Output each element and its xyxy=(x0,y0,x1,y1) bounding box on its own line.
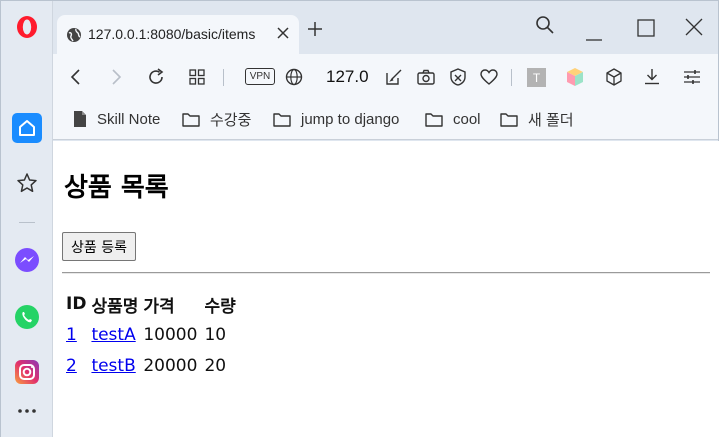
bookmark-label: 새 폴더 xyxy=(528,111,574,129)
table-row: 1 testA 10000 10 xyxy=(65,319,238,350)
site-info-globe-icon[interactable] xyxy=(283,66,305,88)
tab-strip: 127.0.0.1:8080/basic/items xyxy=(53,1,718,54)
opera-logo-icon[interactable] xyxy=(15,15,39,39)
table-row: 2 testB 20000 20 xyxy=(65,350,238,381)
forward-icon[interactable] xyxy=(105,66,127,88)
heart-icon[interactable] xyxy=(478,66,500,88)
header-name: 상품명 xyxy=(91,296,139,317)
new-tab-icon[interactable] xyxy=(307,21,323,41)
header-price: 가격 xyxy=(143,296,175,317)
messenger-icon[interactable] xyxy=(11,244,43,276)
item-name-link[interactable]: testB xyxy=(91,356,135,376)
divider xyxy=(62,272,710,274)
bookmark-folder-3[interactable]: cool xyxy=(425,108,481,130)
register-item-button[interactable]: 상품 등록 xyxy=(62,232,136,261)
globe-icon xyxy=(66,27,82,47)
reload-icon[interactable] xyxy=(145,66,167,88)
item-quantity: 10 xyxy=(204,325,227,345)
adblock-icon[interactable] xyxy=(447,66,469,88)
whatsapp-icon[interactable] xyxy=(11,301,43,333)
star-icon[interactable] xyxy=(11,167,43,199)
back-icon[interactable] xyxy=(65,66,87,88)
edit-icon[interactable] xyxy=(383,66,405,88)
download-icon[interactable] xyxy=(641,66,663,88)
maximize-icon[interactable] xyxy=(637,19,655,41)
page-title: 상품 목록 xyxy=(64,173,169,203)
browser-toolbar: VPN 127.0 T xyxy=(53,54,718,100)
tab-title: 127.0.0.1:8080/basic/items xyxy=(88,26,256,42)
item-price: 10000 xyxy=(143,325,198,345)
bookmarks-bar: Skill Note 수강중 jump to django cool 새 폴더 xyxy=(53,100,718,140)
item-id-link[interactable]: 2 xyxy=(66,356,77,376)
address-bar[interactable]: 127.0 xyxy=(326,67,369,87)
camera-icon[interactable] xyxy=(415,66,437,88)
header-id: ID xyxy=(66,294,87,314)
folder-icon xyxy=(425,112,443,127)
minimize-icon[interactable] xyxy=(585,27,603,46)
toolbar-divider xyxy=(223,69,224,86)
home-icon[interactable] xyxy=(11,112,43,144)
extension-cube-color-icon[interactable] xyxy=(564,66,586,88)
page-content: 상품 목록 상품 등록 ID 상품명 가격 수량 1 testA 10000 1… xyxy=(53,141,719,437)
extension-cube-icon[interactable] xyxy=(603,66,625,88)
extension-t-icon[interactable]: T xyxy=(527,68,546,87)
tab-active[interactable]: 127.0.0.1:8080/basic/items xyxy=(57,15,299,54)
bookmark-skill-note[interactable]: Skill Note xyxy=(73,108,160,130)
opera-sidebar xyxy=(1,1,53,437)
header-quantity: 수량 xyxy=(204,296,236,317)
item-name-link[interactable]: testA xyxy=(91,325,135,345)
items-table: ID 상품명 가격 수량 1 testA 10000 10 2 testB 20… xyxy=(63,287,240,381)
easy-setup-icon[interactable] xyxy=(681,66,703,88)
bookmark-folder-1[interactable]: 수강중 xyxy=(182,108,251,130)
item-id-link[interactable]: 1 xyxy=(66,325,77,345)
toolbar-divider xyxy=(511,69,512,86)
item-price: 20000 xyxy=(143,356,198,376)
instagram-icon[interactable] xyxy=(11,356,43,388)
browser-window: 127.0.0.1:8080/basic/items VPN 127.0 T S… xyxy=(0,0,719,437)
folder-icon xyxy=(500,112,518,127)
page-icon xyxy=(74,111,86,127)
bookmark-folder-4[interactable]: 새 폴더 xyxy=(500,108,574,130)
speed-dial-icon[interactable] xyxy=(186,66,208,88)
bookmark-label: jump to django xyxy=(301,110,400,128)
sidebar-divider xyxy=(19,222,35,223)
close-window-icon[interactable] xyxy=(685,18,703,40)
bookmark-label: cool xyxy=(453,110,481,128)
search-icon[interactable] xyxy=(535,15,555,39)
bookmark-label: 수강중 xyxy=(210,111,252,129)
bookmark-label: Skill Note xyxy=(97,110,161,128)
vpn-badge[interactable]: VPN xyxy=(245,68,275,85)
close-tab-icon[interactable] xyxy=(275,25,291,45)
folder-icon xyxy=(182,112,200,127)
table-header-row: ID 상품명 가격 수량 xyxy=(65,287,238,319)
more-icon[interactable] xyxy=(11,395,43,427)
folder-icon xyxy=(273,112,291,127)
item-quantity: 20 xyxy=(204,356,227,376)
bookmark-folder-2[interactable]: jump to django xyxy=(273,108,399,130)
